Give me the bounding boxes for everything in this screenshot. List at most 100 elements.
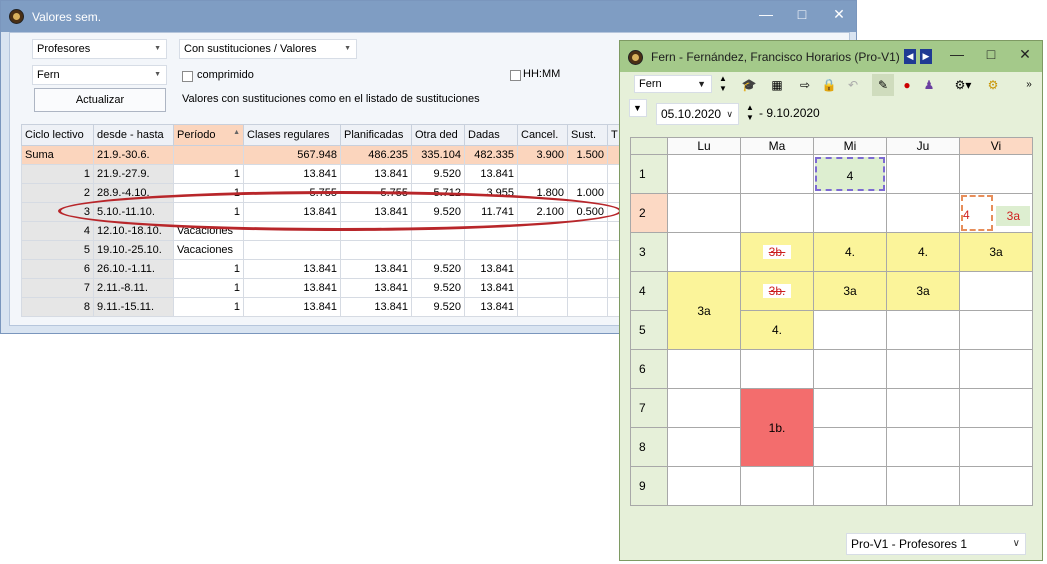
actualizar-button[interactable]: Actualizar [34, 88, 166, 112]
mortarboard-icon[interactable]: 🎓 [734, 74, 764, 96]
format-select[interactable]: Pro-V1 - Profesores 1 ∨ [846, 533, 1026, 555]
table-cell: 19.10.-25.10. [93, 240, 174, 260]
lesson-ma-5[interactable]: 4. [740, 310, 814, 350]
window-title: Fern - Fernández, Francisco Horarios (Pr… [651, 50, 900, 64]
col-periodo[interactable]: Período ▲ [173, 124, 244, 146]
element-select[interactable]: Fern ▼ [32, 65, 167, 85]
table-cell: 13.841 [464, 297, 518, 317]
col-clases-regulares[interactable]: Clases regulares [243, 124, 341, 146]
mode-value: Con sustituciones / Valores [184, 43, 317, 55]
slot-cell[interactable] [667, 427, 741, 467]
slot-cell[interactable] [667, 466, 741, 506]
slot-cell[interactable] [813, 193, 887, 233]
table-cell: Suma [21, 145, 94, 165]
table-row[interactable]: 6 26.10.-1.11. 1 13.841 13.841 9.520 13.… [21, 259, 622, 279]
slot-cell[interactable] [959, 388, 1033, 428]
maximize-button[interactable]: □ [789, 5, 815, 23]
slot-cell[interactable] [813, 310, 887, 350]
close-button[interactable]: ✕ [826, 5, 852, 23]
maximize-button[interactable]: □ [978, 45, 1004, 63]
slot-cell[interactable] [667, 232, 741, 272]
lesson-mi-4[interactable]: 3a [813, 271, 887, 311]
mode-select[interactable]: Con sustituciones / Valores ▼ [179, 39, 357, 59]
lesson-vi-3[interactable]: 3a [959, 232, 1033, 272]
slot-cell[interactable] [886, 193, 960, 233]
highlight-annotation [58, 191, 622, 231]
slot-cell[interactable] [740, 466, 814, 506]
slot-cell[interactable] [886, 466, 960, 506]
lesson-lu-4-5[interactable]: 3a [667, 271, 741, 350]
slot-cell[interactable] [959, 466, 1033, 506]
col-desde-hasta[interactable]: desde - hasta [93, 124, 174, 146]
col-ciclo-lectivo[interactable]: Ciclo lectivo [21, 124, 94, 146]
slot-cell[interactable] [886, 310, 960, 350]
settings-doc-icon[interactable]: ⚙▾ [948, 74, 978, 96]
stepper-icon[interactable]: ▲ ▼ [718, 74, 728, 96]
minimize-button[interactable]: — [944, 45, 970, 63]
slot-cell[interactable] [740, 349, 814, 389]
lesson-label-moved: 3a [996, 205, 1031, 226]
slot-cell[interactable] [813, 388, 887, 428]
window-layout-icon[interactable]: ▦ [766, 74, 788, 96]
lesson-ma-3[interactable]: 3b. [740, 232, 814, 272]
app-icon [628, 50, 643, 65]
slot-cell[interactable] [886, 388, 960, 428]
lesson-ju-3[interactable]: 4. [886, 232, 960, 272]
table-row[interactable]: 1 21.9.-27.9. 1 13.841 13.841 9.520 13.8… [21, 164, 622, 184]
close-button[interactable]: ✕ [1012, 45, 1038, 63]
lesson-ma-7-8[interactable]: 1b. [740, 388, 814, 467]
col-planificadas[interactable]: Planificadas [340, 124, 412, 146]
slot-cell[interactable] [959, 271, 1033, 311]
col-dadas[interactable]: Dadas [464, 124, 518, 146]
next-arrow-icon[interactable]: ▶ [920, 49, 932, 64]
slot-cell[interactable] [886, 154, 960, 194]
date-dropdown-button[interactable]: ▼ [629, 99, 647, 117]
table-row-suma[interactable]: Suma 21.9.-30.6. 567.948 486.235 335.104… [21, 145, 622, 165]
slot-cell[interactable] [886, 349, 960, 389]
table-row[interactable]: 7 2.11.-8.11. 1 13.841 13.841 9.520 13.8… [21, 278, 622, 298]
previous-arrow-icon[interactable]: ◀ [904, 49, 916, 64]
slot-cell[interactable] [667, 349, 741, 389]
table-cell: 1 [173, 259, 244, 279]
lesson-ma-4[interactable]: 3b. [740, 271, 814, 311]
date-stepper-icon[interactable]: ▲ ▼ [744, 103, 756, 125]
lesson-ju-4[interactable]: 3a [886, 271, 960, 311]
table-row[interactable]: 5 19.10.-25.10. Vacaciones [21, 240, 622, 260]
slot-cell[interactable] [886, 427, 960, 467]
import-icon[interactable]: ⇨ [794, 74, 816, 96]
lesson-mi-3[interactable]: 4. [813, 232, 887, 272]
slot-cell[interactable] [740, 193, 814, 233]
slot-cell[interactable] [959, 349, 1033, 389]
element-select[interactable]: Fern ▼ [634, 75, 712, 93]
gear-icon[interactable]: ⚙ [982, 74, 1004, 96]
lesson-mi-1[interactable]: 4 [813, 154, 887, 194]
slot-cell[interactable] [813, 349, 887, 389]
minimize-button[interactable]: — [753, 5, 779, 23]
overflow-icon[interactable]: » [1022, 74, 1036, 96]
date-from-select[interactable]: 05.10.2020 ∨ [656, 103, 739, 125]
col-cancel[interactable]: Cancel. [517, 124, 568, 146]
slot-cell[interactable] [667, 193, 741, 233]
pencil-icon[interactable]: ✎ [872, 74, 894, 96]
table-cell: 2.11.-8.11. [93, 278, 174, 298]
lock-icon[interactable]: 🔒 [818, 74, 840, 96]
element-type-select[interactable]: Profesores ▼ [32, 39, 167, 59]
col-otra-ded[interactable]: Otra ded [411, 124, 465, 146]
slot-cell[interactable] [959, 427, 1033, 467]
slot-cell[interactable] [813, 466, 887, 506]
slot-cell[interactable] [959, 154, 1033, 194]
table-row[interactable]: 8 9.11.-15.11. 1 13.841 13.841 9.520 13.… [21, 297, 622, 317]
col-sust[interactable]: Sust. [567, 124, 608, 146]
hhmm-checkbox[interactable] [510, 70, 521, 81]
people-icon[interactable]: ♟ [918, 74, 940, 96]
slot-cell[interactable] [667, 388, 741, 428]
slot-cell[interactable] [740, 154, 814, 194]
undo-icon[interactable]: ↶ [842, 74, 864, 96]
slot-cell[interactable] [667, 154, 741, 194]
lesson-vi-2[interactable]: 4 3a [959, 193, 1033, 233]
comprimido-checkbox[interactable] [182, 71, 193, 82]
slot-cell[interactable] [959, 310, 1033, 350]
table-cell: 9.520 [411, 297, 465, 317]
slot-cell[interactable] [813, 427, 887, 467]
pin-icon[interactable]: ● [896, 74, 918, 96]
